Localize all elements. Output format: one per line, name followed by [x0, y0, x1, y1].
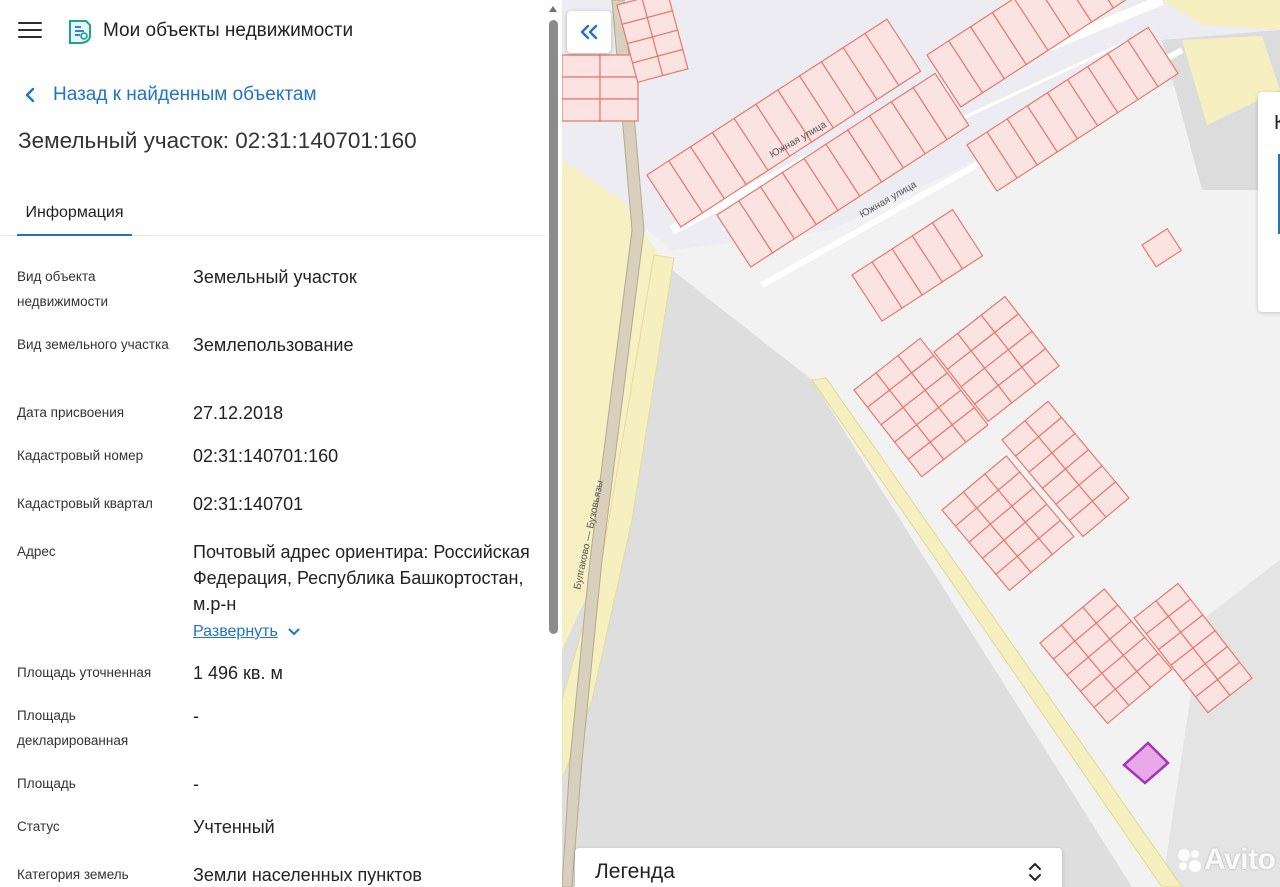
- app-logo-icon: [69, 20, 91, 44]
- chevron-down-icon: [288, 628, 300, 636]
- address-text: Почтовый адрес ориентира: Российская Фед…: [193, 542, 530, 614]
- info-panel: Мои объекты недвижимости Назад к найденн…: [0, 0, 562, 887]
- tab-bar: Информация: [0, 192, 545, 236]
- map-side-card[interactable]: К: [1258, 92, 1280, 312]
- expand-collapse-icon[interactable]: [1028, 860, 1042, 884]
- scroll-up-arrow-icon[interactable]: [549, 6, 557, 12]
- expand-label: Развернуть: [193, 623, 278, 640]
- info-label: Кадастровый номер: [17, 448, 144, 463]
- cadastral-map[interactable]: Южная улица Южная улица Булгаково — Бузо…: [562, 0, 1280, 887]
- parcel[interactable]: [562, 76, 601, 100]
- legend-panel[interactable]: Легенда: [575, 848, 1062, 887]
- info-label: Дата присвоения: [17, 405, 125, 420]
- map-view[interactable]: Южная улица Южная улица Булгаково — Бузо…: [562, 0, 1280, 887]
- scroll-thumb[interactable]: [549, 20, 558, 634]
- info-label: Вид объекта недвижимости: [17, 269, 109, 309]
- double-chevron-left-icon: [580, 24, 598, 40]
- legend-title: Легенда: [595, 860, 675, 883]
- back-link-label: Назад к найденным объектам: [53, 84, 317, 105]
- info-label: Адрес: [17, 544, 56, 559]
- info-value: 02:31:140701:160: [193, 446, 339, 466]
- info-value-block: Почтовый адрес ориентира: Российская Фед…: [193, 539, 533, 645]
- parcel[interactable]: [562, 54, 601, 78]
- page-title: Земельный участок: 02:31:140701:160: [18, 128, 417, 153]
- avito-logo-icon: [1178, 849, 1201, 872]
- info-value: -: [193, 774, 199, 794]
- top-bar: Мои объекты недвижимости: [0, 0, 545, 62]
- chevron-left-icon: [25, 87, 35, 103]
- info-label: Статус: [17, 819, 60, 834]
- collapse-panel-button[interactable]: [567, 11, 611, 53]
- info-label: Вид земельного участка: [17, 337, 169, 352]
- parcel[interactable]: [599, 98, 639, 122]
- info-value: Земли населенных пунктов: [193, 865, 422, 885]
- app-title: Мои объекты недвижимости: [103, 20, 354, 41]
- info-value: 1 496 кв. м: [193, 663, 283, 683]
- tab-information[interactable]: Информация: [17, 192, 132, 236]
- scrollbar[interactable]: [545, 0, 562, 887]
- info-value: 02:31:140701: [193, 494, 304, 514]
- expand-address-link[interactable]: Развернуть: [193, 619, 300, 645]
- info-label: Кадастровый квартал: [17, 496, 153, 511]
- info-label: Площадь уточненная: [17, 665, 152, 680]
- info-value: Учтенный: [193, 817, 275, 837]
- side-card-letter: К: [1274, 112, 1280, 134]
- back-link[interactable]: Назад к найденным объектам: [22, 84, 317, 106]
- parcel[interactable]: [562, 98, 601, 122]
- avito-watermark: Avito: [1174, 843, 1276, 877]
- parcel[interactable]: [599, 76, 639, 100]
- info-value: Земельный участок: [193, 267, 357, 287]
- info-value: 27.12.2018: [193, 403, 284, 423]
- info-label: Площадь: [17, 776, 76, 791]
- info-label: Площадь декларированная: [17, 708, 129, 748]
- info-value: -: [193, 706, 199, 726]
- menu-icon[interactable]: [18, 22, 42, 42]
- watermark-text: Avito: [1204, 843, 1276, 876]
- info-value: Землепользование: [193, 335, 354, 355]
- info-label: Категория земель: [17, 867, 129, 882]
